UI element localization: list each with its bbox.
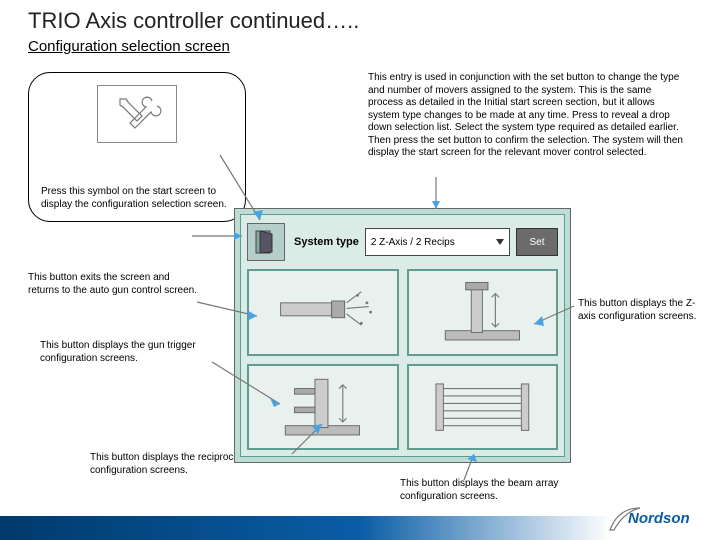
slide: { "title": "TRIO Axis controller continu… [0,0,720,540]
wrench-screwdriver-icon [112,93,162,135]
door-exit-icon [254,229,278,255]
nordson-logo: Nordson [608,504,700,534]
caption-zaxis: This button displays the Z-axis configur… [578,298,703,323]
caption-gun: This button displays the gun trigger con… [40,340,220,365]
zaxis-icon [416,275,549,349]
set-button[interactable]: Set [516,228,558,256]
config-symbol [97,85,177,143]
zaxis-config-button[interactable] [407,269,559,356]
config-panel: System type 2 Z-Axis / 2 Recips Set [234,208,571,463]
subtitle: Configuration selection screen [28,38,230,55]
panel-grid [247,269,558,450]
logo-text: Nordson [628,510,690,527]
gun-config-button[interactable] [247,269,399,356]
caption-beam: This button displays the beam array conf… [400,478,570,503]
system-type-label: System type [294,236,359,248]
page-title: TRIO Axis controller continued….. [28,8,359,34]
system-type-value: 2 Z-Axis / 2 Recips [371,237,455,248]
symbol-caption: Press this symbol on the start screen to… [41,186,233,211]
panel-inner: System type 2 Z-Axis / 2 Recips Set [240,214,565,457]
main-description: This entry is used in conjunction with t… [368,72,688,160]
beam-array-icon [416,370,549,444]
exit-button[interactable] [247,223,285,261]
system-type-dropdown[interactable]: 2 Z-Axis / 2 Recips [365,228,510,256]
caption-exit: This button exits the screen and returns… [28,272,198,297]
chevron-down-icon [496,239,504,245]
symbol-bubble: Press this symbol on the start screen to… [28,72,246,222]
recip-config-button[interactable] [247,364,399,451]
reciprocator-icon [256,370,389,444]
spray-gun-icon [256,275,389,349]
panel-top-bar: System type 2 Z-Axis / 2 Recips Set [247,221,558,263]
beam-config-button[interactable] [407,364,559,451]
